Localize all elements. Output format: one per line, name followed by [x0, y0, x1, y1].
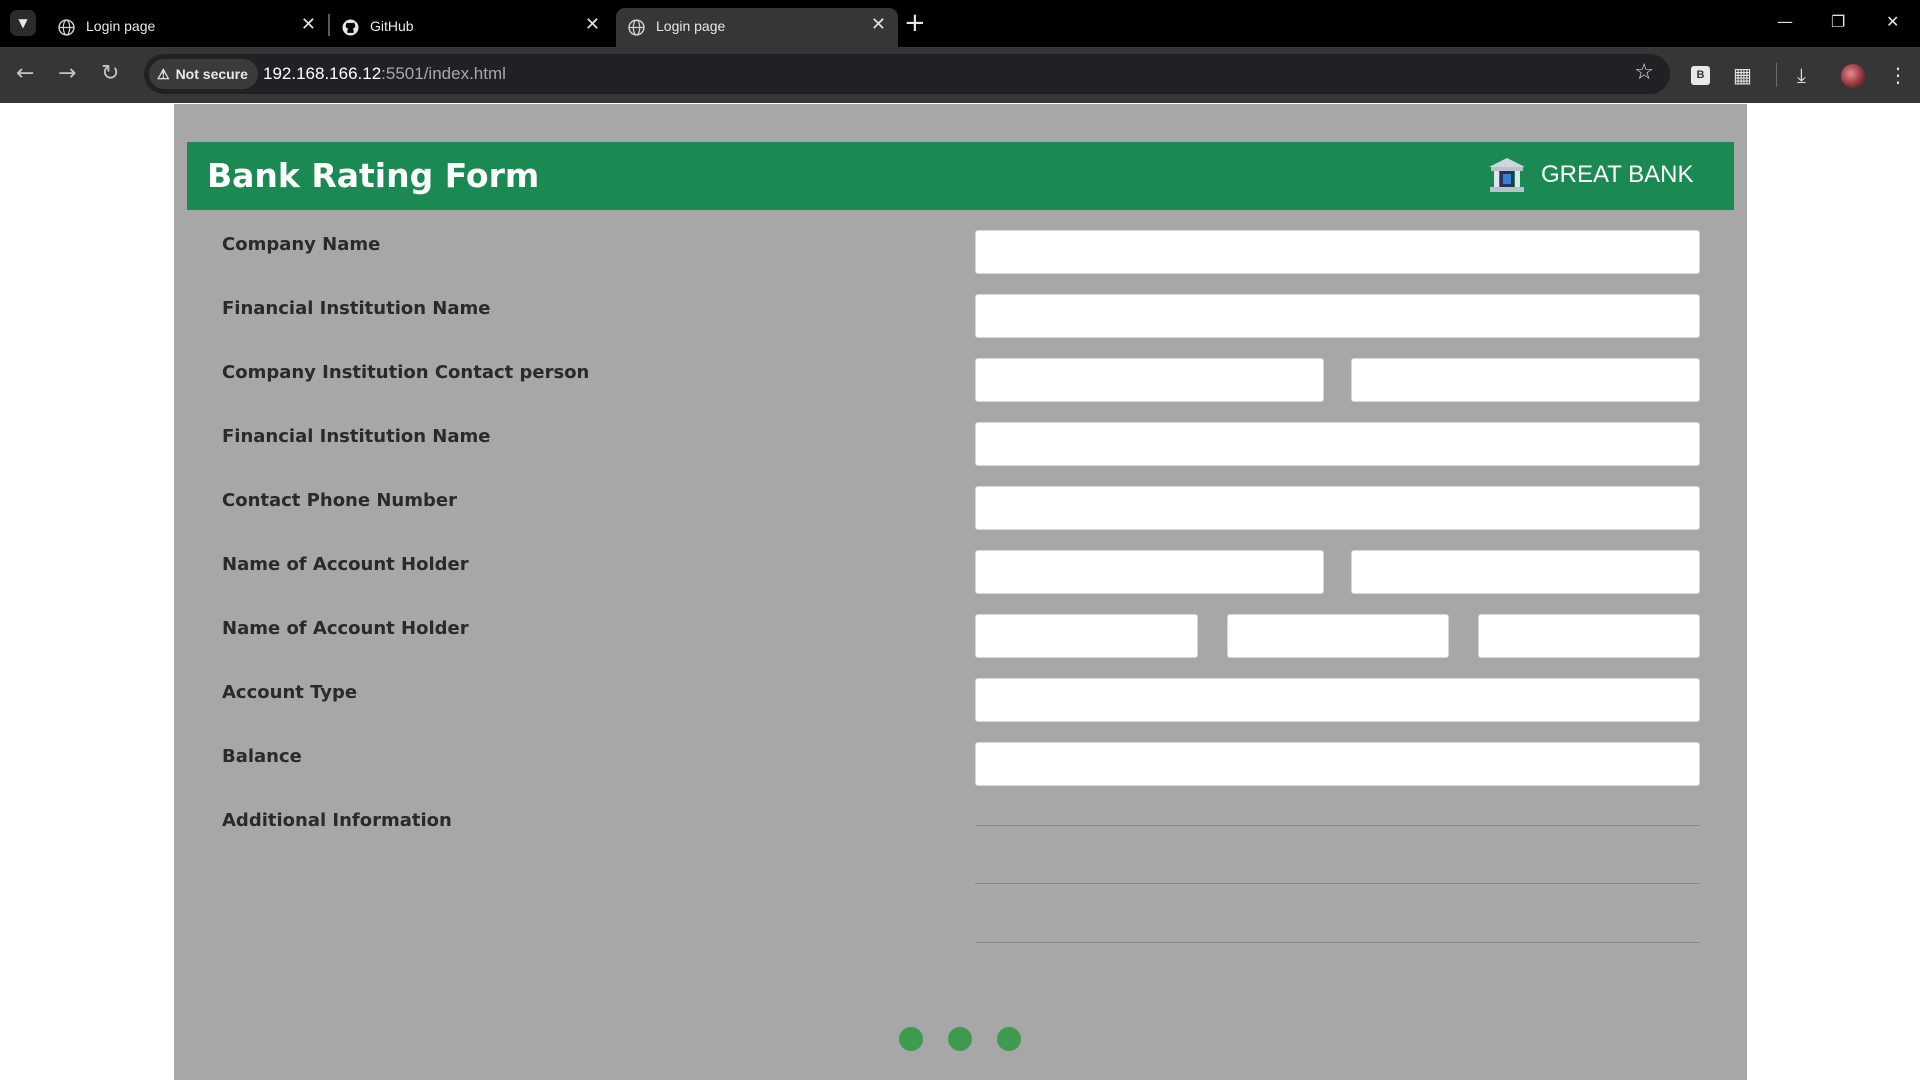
financial-institution-name-input[interactable]: [975, 294, 1700, 338]
minimize-icon[interactable]: —: [1777, 12, 1793, 31]
close-window-icon[interactable]: ✕: [1886, 12, 1899, 31]
label-contact-phone: Contact Phone Number: [222, 490, 457, 511]
tab-search-button[interactable]: ▼: [10, 10, 36, 36]
contact-phone-input[interactable]: [975, 486, 1700, 530]
contact-person-first-input[interactable]: [975, 358, 1324, 402]
pager-dot[interactable]: [899, 1027, 923, 1051]
tab-github[interactable]: GitHub ✕: [330, 8, 612, 47]
label-account-holder: Name of Account Holder: [222, 554, 469, 575]
label-contact-person: Company Institution Contact person: [222, 362, 590, 383]
url-text[interactable]: 192.168.166.12:5501/index.html: [263, 64, 506, 84]
forward-icon[interactable]: →: [58, 61, 76, 86]
account-type-input[interactable]: [975, 678, 1700, 722]
bookmark-star-icon[interactable]: ☆: [1634, 60, 1654, 85]
github-icon: [342, 19, 359, 36]
form-header: Bank Rating Form GREAT BANK: [187, 142, 1734, 210]
account-holder-first-input[interactable]: [975, 550, 1324, 594]
account-holder-2-part1-input[interactable]: [975, 614, 1198, 658]
account-holder-last-input[interactable]: [1351, 550, 1700, 594]
tab-title: Login page: [86, 18, 156, 34]
label-financial-institution-name: Financial Institution Name: [222, 298, 491, 319]
close-icon[interactable]: ✕: [585, 14, 600, 35]
download-icon[interactable]: ⤓: [1797, 63, 1806, 87]
account-holder-2-part3-input[interactable]: [1478, 614, 1700, 658]
back-icon[interactable]: ←: [16, 61, 34, 86]
globe-icon: [58, 19, 75, 36]
url-path: :5501/index.html: [381, 64, 506, 83]
label-additional-information: Additional Information: [222, 810, 452, 831]
extensions-puzzle-icon[interactable]: ▦: [1733, 63, 1752, 87]
security-label: Not secure: [175, 66, 248, 82]
contact-person-last-input[interactable]: [1351, 358, 1700, 402]
company-name-input[interactable]: [975, 230, 1700, 274]
pager-dot[interactable]: [997, 1027, 1021, 1051]
url-host: 192.168.166.12: [263, 64, 382, 83]
account-holder-2-part2-input[interactable]: [1227, 614, 1449, 658]
tab-login-page-active[interactable]: Login page ✕: [616, 8, 898, 47]
brand: GREAT BANK: [1487, 156, 1693, 194]
profile-avatar[interactable]: [1841, 64, 1865, 88]
additional-info-line-3[interactable]: [975, 942, 1700, 943]
additional-info-line-2[interactable]: [975, 883, 1700, 884]
browser-toolbar: ← → ↻ ⚠ Not secure 192.168.166.12:5501/i…: [0, 47, 1920, 103]
brand-name: GREAT BANK: [1541, 161, 1694, 188]
extension-b-icon[interactable]: B: [1691, 66, 1710, 85]
tab-login-page-1[interactable]: Login page ✕: [46, 8, 328, 47]
warning-icon: ⚠: [157, 65, 170, 82]
financial-institution-name-2-input[interactable]: [975, 422, 1700, 466]
label-account-holder-2: Name of Account Holder: [222, 618, 469, 639]
reload-icon[interactable]: ↻: [101, 61, 119, 86]
address-bar[interactable]: ⚠ Not secure 192.168.166.12:5501/index.h…: [144, 54, 1670, 94]
label-balance: Balance: [222, 746, 302, 767]
close-icon[interactable]: ✕: [301, 14, 316, 35]
security-chip[interactable]: ⚠ Not secure: [149, 59, 258, 89]
chevron-down-icon: ▼: [18, 16, 28, 30]
globe-icon: [628, 19, 645, 36]
form-container: Bank Rating Form GREAT BANK Company Name…: [174, 104, 1747, 1080]
new-tab-button[interactable]: +: [904, 8, 926, 38]
close-icon[interactable]: ✕: [871, 14, 886, 35]
label-account-type: Account Type: [222, 682, 358, 703]
form-title: Bank Rating Form: [207, 156, 540, 195]
tab-title: GitHub: [370, 18, 414, 34]
toolbar-divider: [1776, 63, 1777, 87]
tab-strip: ▼ Login page ✕ GitHub ✕ Login page ✕ + —…: [0, 0, 1920, 47]
additional-info-line-1[interactable]: [975, 825, 1700, 826]
bank-building-icon: [1489, 158, 1525, 192]
tab-title: Login page: [656, 18, 726, 34]
balance-input[interactable]: [975, 742, 1700, 786]
restore-icon[interactable]: ❐: [1831, 12, 1845, 31]
menu-kebab-icon[interactable]: ⋮: [1888, 63, 1908, 87]
label-company-name: Company Name: [222, 234, 381, 255]
pager-dot[interactable]: [948, 1027, 972, 1051]
label-financial-institution-name-2: Financial Institution Name: [222, 426, 491, 447]
